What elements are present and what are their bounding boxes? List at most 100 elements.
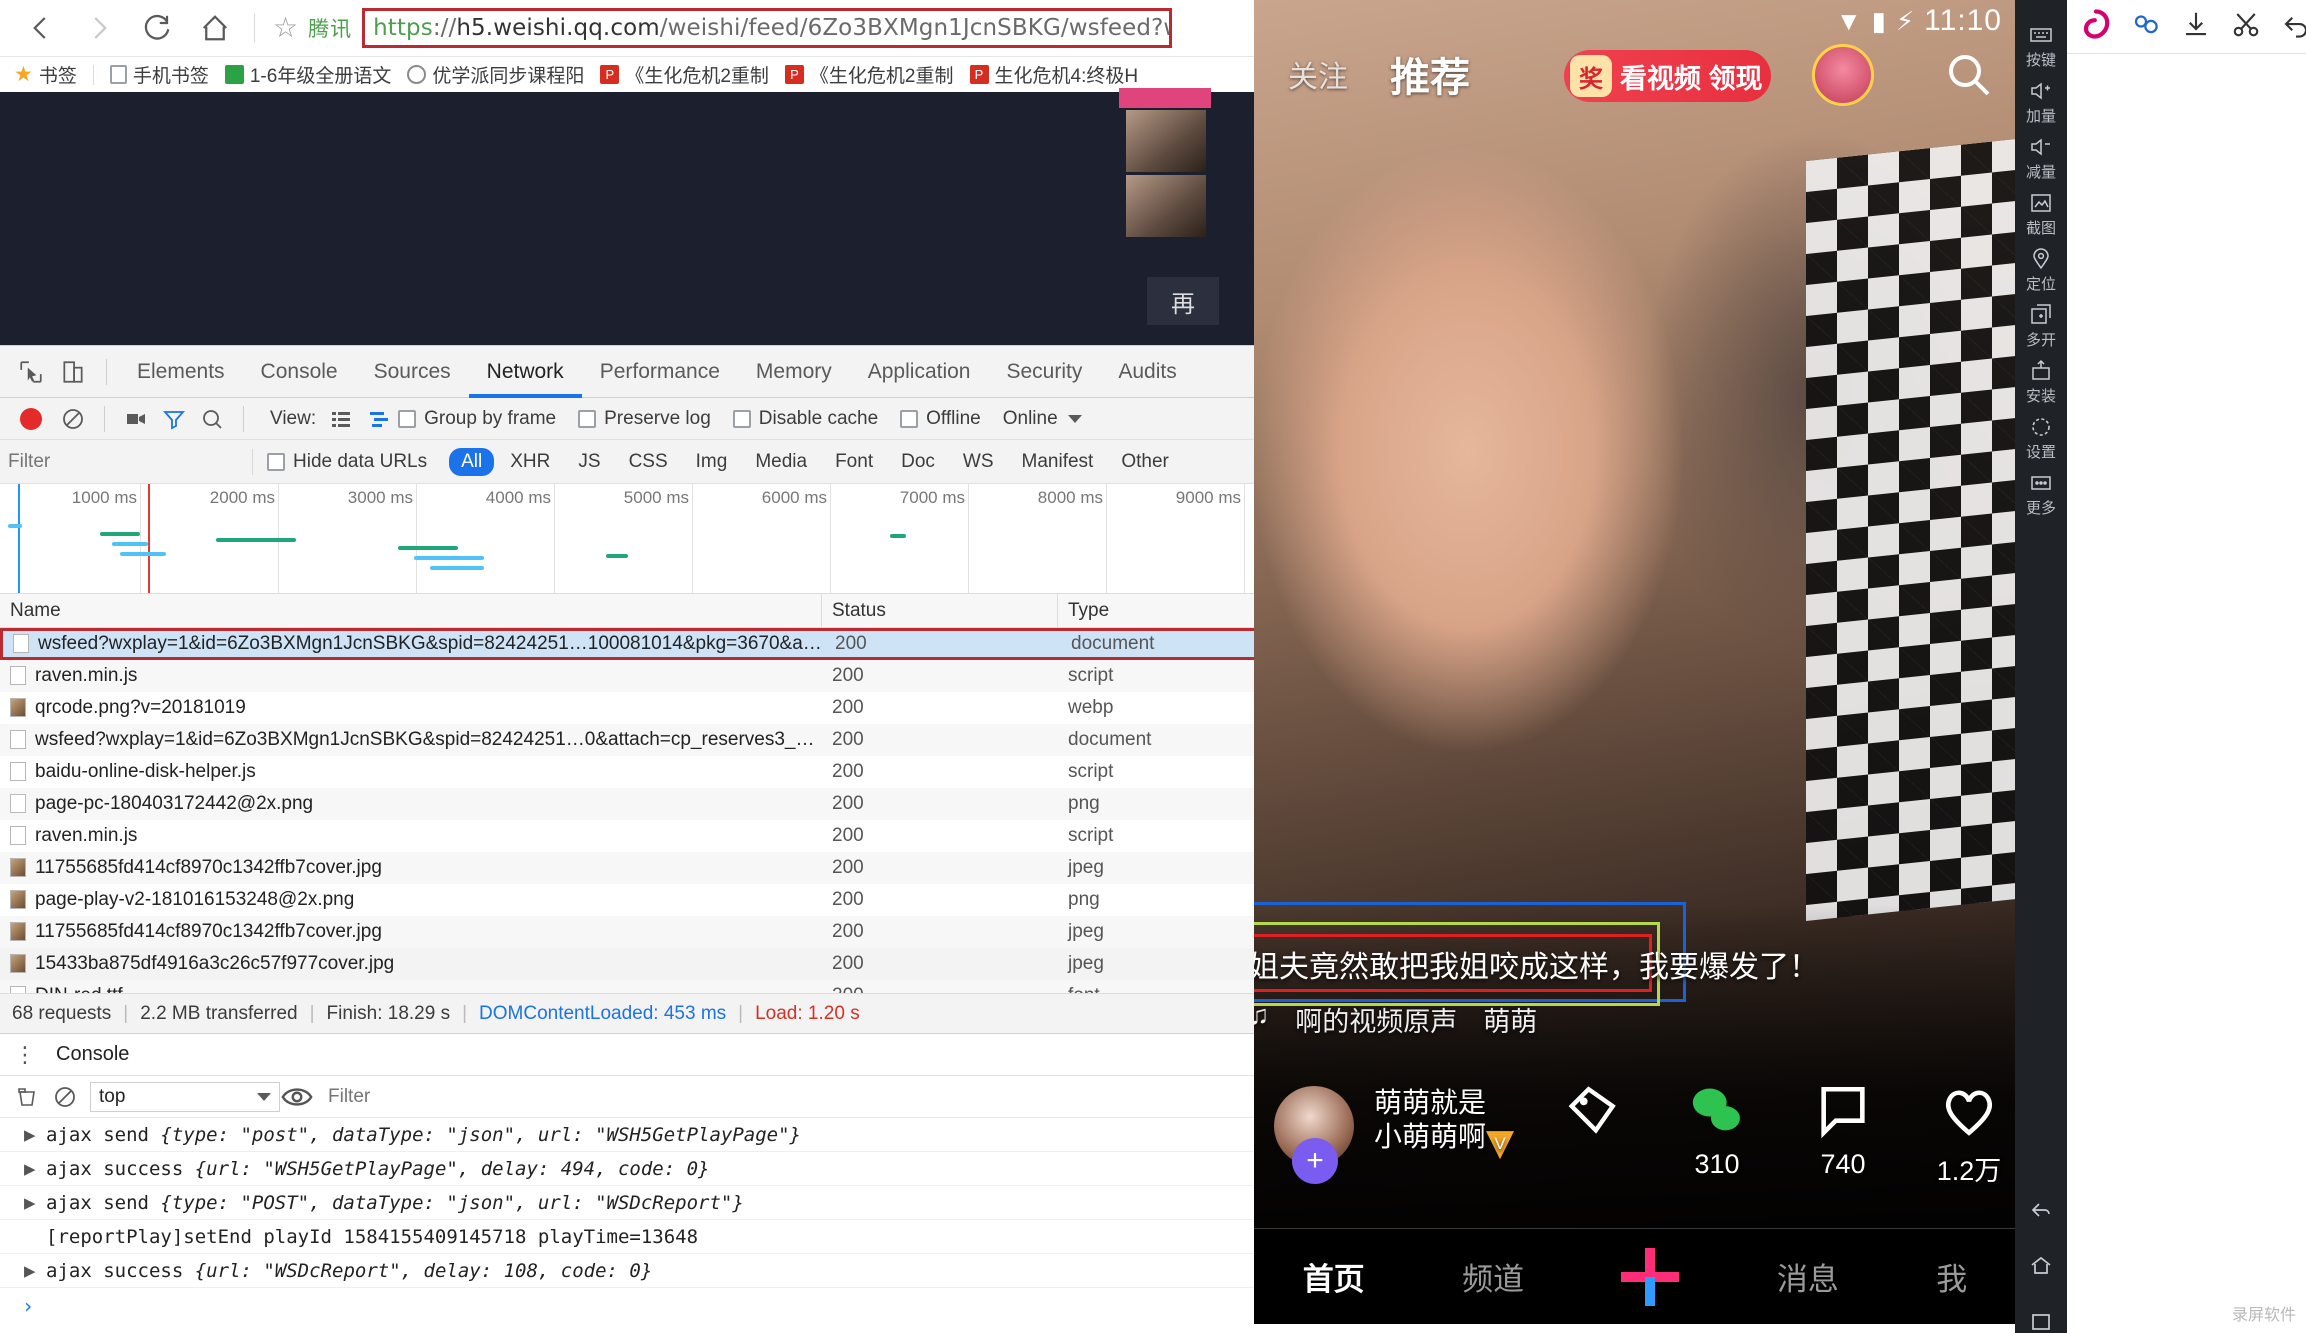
expand-triangle-icon[interactable]: ▶ bbox=[24, 1254, 35, 1288]
wechat-share-button[interactable]: 310 bbox=[1680, 1082, 1754, 1188]
sidebar-item-settings[interactable]: 设置 bbox=[2015, 410, 2067, 466]
qq-icon[interactable] bbox=[2081, 9, 2111, 44]
hide-data-urls-checkbox[interactable]: Hide data URLs bbox=[267, 451, 427, 473]
page-replay-button[interactable]: 再 bbox=[1147, 277, 1219, 325]
clear-icon[interactable] bbox=[46, 1078, 84, 1116]
sidebar-item-location[interactable]: 定位 bbox=[2015, 242, 2067, 298]
filter-type-media[interactable]: Media bbox=[743, 448, 819, 476]
baidu-cloud-icon[interactable] bbox=[2131, 9, 2161, 44]
filter-input[interactable] bbox=[8, 446, 238, 477]
list-view-icon[interactable] bbox=[322, 400, 360, 438]
record-button-icon[interactable] bbox=[20, 407, 42, 430]
execution-context-select[interactable]: top bbox=[90, 1081, 280, 1112]
filter-type-all[interactable]: All bbox=[449, 447, 495, 476]
tab-follow[interactable]: 关注 bbox=[1288, 52, 1348, 96]
tab-sources[interactable]: Sources bbox=[356, 346, 469, 398]
sidebar-item-home[interactable] bbox=[2015, 1238, 2067, 1294]
phone-emulator-screen[interactable]: ▼ ▮ ⚡ 11:10 关注 推荐 奖 看视频 领现 姐夫竟然敢把我姐咬成这样，… bbox=[1254, 0, 2016, 1324]
undo-icon[interactable] bbox=[2281, 9, 2306, 44]
filter-type-other[interactable]: Other bbox=[1109, 448, 1181, 476]
bookmark-item-3[interactable]: 优学派同步课程阳 bbox=[407, 61, 584, 88]
capture-screenshots-icon[interactable] bbox=[117, 400, 155, 438]
clear-icon[interactable] bbox=[54, 400, 92, 438]
filter-type-manifest[interactable]: Manifest bbox=[1010, 448, 1106, 476]
eye-icon[interactable] bbox=[280, 1082, 314, 1112]
filter-type-ws[interactable]: WS bbox=[951, 448, 1006, 476]
sidebar-item-install[interactable]: 安装 bbox=[2015, 354, 2067, 410]
disable-cache-checkbox[interactable]: Disable cache bbox=[732, 408, 878, 430]
tencent-label[interactable]: 腾讯 bbox=[306, 13, 362, 43]
scissors-icon[interactable] bbox=[2231, 9, 2261, 44]
waterfall-view-icon[interactable] bbox=[360, 400, 398, 438]
sidebar-item-volume-up[interactable]: 加量 bbox=[2015, 74, 2067, 130]
nav-channel[interactable]: 频道 bbox=[1462, 1254, 1524, 1299]
filter-funnel-icon[interactable] bbox=[155, 400, 193, 438]
forward-button[interactable] bbox=[70, 4, 128, 52]
tag-button[interactable] bbox=[1554, 1082, 1628, 1188]
preserve-log-checkbox[interactable]: Preserve log bbox=[578, 408, 711, 430]
sidebar-item-more[interactable]: 更多 bbox=[2015, 466, 2067, 522]
clear-console-icon[interactable] bbox=[8, 1078, 46, 1116]
bookmark-item-6[interactable]: P 生化危机4:终极H bbox=[969, 61, 1138, 88]
expand-triangle-icon[interactable]: ▶ bbox=[24, 1152, 35, 1186]
chevron-down-icon[interactable] bbox=[1067, 414, 1082, 423]
tab-memory[interactable]: Memory bbox=[738, 346, 850, 398]
filter-type-xhr[interactable]: XHR bbox=[498, 448, 562, 476]
filter-type-js[interactable]: JS bbox=[566, 448, 612, 476]
inspect-element-icon[interactable] bbox=[10, 351, 52, 393]
back-button[interactable] bbox=[12, 4, 70, 52]
tab-console[interactable]: Console bbox=[243, 346, 356, 398]
nav-me[interactable]: 我 bbox=[1936, 1254, 1967, 1299]
bookmark-item-1[interactable]: 手机书签 bbox=[109, 61, 209, 88]
video-music-info[interactable]: ♫ 啊的视频原声 萌萌 bbox=[1254, 1000, 1537, 1039]
filter-type-font[interactable]: Font bbox=[823, 448, 885, 476]
home-button[interactable] bbox=[186, 4, 244, 52]
nav-create-icon[interactable] bbox=[1621, 1247, 1680, 1306]
filter-type-doc[interactable]: Doc bbox=[889, 448, 947, 476]
address-bar[interactable]: https://h5.weishi.qq.com/weishi/feed/6Zo… bbox=[362, 8, 1173, 48]
follow-button[interactable]: + bbox=[1292, 1138, 1338, 1184]
expand-triangle-icon[interactable]: ▶ bbox=[24, 1186, 35, 1220]
tab-elements[interactable]: Elements bbox=[119, 346, 243, 398]
expand-triangle-icon[interactable]: ▶ bbox=[24, 1118, 35, 1152]
column-name[interactable]: Name bbox=[0, 593, 822, 628]
bookmark-item-4[interactable]: P 《生化危机2重制 bbox=[600, 61, 769, 88]
tab-console-drawer[interactable]: Console bbox=[42, 1043, 143, 1066]
sidebar-item-recents[interactable] bbox=[2015, 1294, 2067, 1333]
nav-home[interactable]: 首页 bbox=[1303, 1254, 1365, 1299]
tab-network[interactable]: Network bbox=[469, 346, 582, 398]
group-by-frame-checkbox[interactable]: Group by frame bbox=[398, 408, 556, 430]
tab-application[interactable]: Application bbox=[850, 346, 989, 398]
sidebar-item-back[interactable] bbox=[2015, 1182, 2067, 1238]
sidebar-item-multi-instance[interactable]: 多开 bbox=[2015, 298, 2067, 354]
sidebar-item-volume-down[interactable]: 减量 bbox=[2015, 130, 2067, 186]
tab-recommend[interactable]: 推荐 bbox=[1390, 45, 1470, 103]
device-toolbar-icon[interactable] bbox=[52, 351, 94, 393]
page-thumbnail[interactable] bbox=[1126, 175, 1206, 237]
bookmark-star-icon[interactable]: ☆ bbox=[265, 14, 306, 42]
like-button[interactable]: 1.2万 bbox=[1932, 1082, 2006, 1188]
search-icon[interactable] bbox=[193, 400, 231, 438]
reward-banner[interactable]: 奖 看视频 领现 bbox=[1564, 50, 1771, 102]
filter-type-img[interactable]: Img bbox=[684, 448, 740, 476]
page-thumbnail[interactable] bbox=[1126, 110, 1206, 172]
bookmark-item-2[interactable]: 1-6年级全册语文 bbox=[224, 61, 391, 88]
search-icon[interactable] bbox=[1944, 50, 1992, 98]
tab-audits[interactable]: Audits bbox=[1100, 346, 1194, 398]
comment-button[interactable]: 740 bbox=[1806, 1082, 1880, 1188]
reload-button[interactable] bbox=[128, 4, 186, 52]
sidebar-item-keyboard[interactable]: 按键 bbox=[2015, 18, 2067, 74]
tab-performance[interactable]: Performance bbox=[582, 346, 738, 398]
console-filter-input[interactable] bbox=[328, 1081, 558, 1112]
video-author-block[interactable]: + 萌萌就是 小萌萌啊 V bbox=[1274, 1086, 1515, 1184]
more-options-icon[interactable]: ⋮ bbox=[8, 1038, 42, 1072]
throttling-select[interactable]: Online bbox=[1003, 408, 1058, 430]
tab-security[interactable]: Security bbox=[988, 346, 1100, 398]
download-icon[interactable] bbox=[2181, 9, 2211, 44]
sidebar-item-screenshot[interactable]: 截图 bbox=[2015, 186, 2067, 242]
column-status[interactable]: Status bbox=[822, 593, 1058, 628]
nav-messages[interactable]: 消息 bbox=[1777, 1254, 1839, 1299]
filter-type-css[interactable]: CSS bbox=[617, 448, 680, 476]
reward-avatar-icon[interactable] bbox=[1812, 44, 1874, 106]
offline-checkbox[interactable]: Offline bbox=[900, 408, 981, 430]
